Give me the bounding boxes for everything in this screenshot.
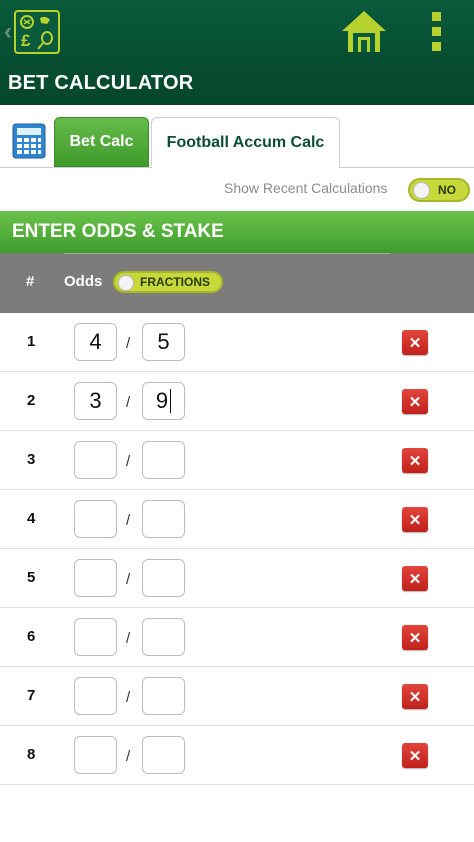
odds-separator: / (126, 571, 131, 588)
toggle-label: FRACTIONS (140, 275, 210, 289)
odds-numerator-input[interactable] (74, 559, 117, 597)
row-number: 5 (27, 569, 36, 586)
sports-betting-logo-icon[interactable]: £ (14, 10, 60, 54)
odds-numerator-input[interactable]: 3 (74, 382, 117, 420)
odds-separator: / (126, 630, 131, 647)
odds-denominator-input[interactable] (142, 736, 185, 774)
table-row: 8 / ✕ (0, 726, 474, 785)
chevron-left-icon[interactable]: ‹ (4, 18, 12, 46)
row-number: 6 (27, 628, 36, 645)
row-number: 4 (27, 510, 36, 527)
table-header: # Odds (0, 253, 474, 313)
odds-denominator-input[interactable] (142, 618, 185, 656)
table-row: 2 3 / 9 ✕ (0, 372, 474, 431)
delete-row-button[interactable]: ✕ (402, 566, 428, 591)
section-title: ENTER ODDS & STAKE (12, 221, 224, 242)
odds-denominator-input[interactable] (142, 677, 185, 715)
delete-row-button[interactable]: ✕ (402, 625, 428, 650)
odds-numerator-input[interactable] (74, 618, 117, 656)
column-number-header: # (26, 273, 35, 290)
odds-numerator-input[interactable]: 4 (74, 323, 117, 361)
toggle-knob (413, 182, 430, 199)
delete-row-button[interactable]: ✕ (402, 448, 428, 473)
show-recent-toggle[interactable]: NO (408, 178, 470, 202)
toggle-knob (118, 275, 134, 291)
odds-separator: / (126, 689, 131, 706)
odds-separator: / (126, 453, 131, 470)
home-icon[interactable] (338, 8, 390, 54)
odds-numerator-input[interactable] (74, 500, 117, 538)
odds-separator: / (126, 335, 131, 352)
odds-separator: / (126, 512, 131, 529)
odds-separator: / (126, 748, 131, 765)
app-bar: ‹ £ BET CALCULATOR (0, 0, 474, 105)
odds-numerator-input[interactable] (74, 736, 117, 774)
delete-row-button[interactable]: ✕ (402, 743, 428, 768)
odds-numerator-input[interactable] (74, 441, 117, 479)
tab-football-accum-calc[interactable]: Football Accum Calc (151, 117, 340, 168)
table-row: 3 / ✕ (0, 431, 474, 490)
odds-denominator-input[interactable] (142, 559, 185, 597)
table-row: 7 / ✕ (0, 667, 474, 726)
odds-rows: 1 4 / 5 ✕ 2 3 / 9 ✕ 3 / ✕ 4 / ✕ 5 / ✕ 6 … (0, 313, 474, 785)
kebab-menu-icon[interactable] (426, 10, 448, 54)
delete-row-button[interactable]: ✕ (402, 389, 428, 414)
table-row: 5 / ✕ (0, 549, 474, 608)
column-odds-header: Odds (64, 273, 103, 290)
table-row: 6 / ✕ (0, 608, 474, 667)
odds-separator: / (126, 394, 131, 411)
row-number: 8 (27, 746, 36, 763)
table-row: 1 4 / 5 ✕ (0, 313, 474, 372)
row-number: 2 (27, 392, 36, 409)
odds-denominator-input[interactable]: 9 (142, 382, 185, 420)
calculator-icon[interactable] (12, 123, 46, 159)
odds-denominator-input[interactable] (142, 500, 185, 538)
table-row: 4 / ✕ (0, 490, 474, 549)
delete-row-button[interactable]: ✕ (402, 507, 428, 532)
toggle-label: NO (438, 183, 456, 197)
page-title: BET CALCULATOR (8, 72, 194, 94)
delete-row-button[interactable]: ✕ (402, 330, 428, 355)
section-header: ENTER ODDS & STAKE (0, 211, 474, 253)
bottom-blank-area (0, 785, 474, 842)
header-divider (64, 253, 390, 254)
odds-denominator-value: 9 (155, 388, 169, 413)
tab-bet-calc[interactable]: Bet Calc (54, 117, 149, 167)
show-recent-calculations-label: Show Recent Calculations (224, 180, 388, 196)
row-number: 1 (27, 333, 36, 350)
odds-denominator-input[interactable]: 5 (142, 323, 185, 361)
row-number: 7 (27, 687, 36, 704)
delete-row-button[interactable]: ✕ (402, 684, 428, 709)
odds-format-toggle[interactable]: FRACTIONS (113, 271, 223, 293)
odds-numerator-input[interactable] (74, 677, 117, 715)
row-number: 3 (27, 451, 36, 468)
odds-denominator-input[interactable] (142, 441, 185, 479)
svg-text:£: £ (21, 31, 31, 50)
